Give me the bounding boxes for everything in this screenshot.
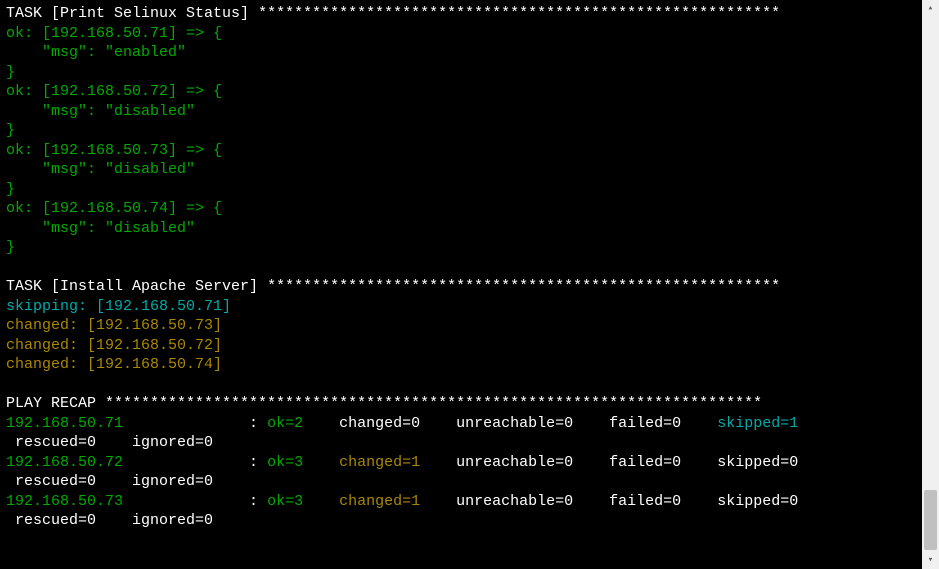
recap-ok: ok=3 [267,454,312,471]
recap-skipped: skipped=1 [717,415,798,432]
recap-ok: ok=3 [267,493,312,510]
recap-unreachable: unreachable=0 [456,493,582,510]
recap-changed: changed=0 [339,415,429,432]
task-msg-line: "msg": "enabled" [6,43,914,63]
task-close-brace: } [6,180,914,200]
task-result-line: changed: [192.168.50.74] [6,355,914,375]
scrollbar-track[interactable] [922,17,939,552]
task-result-line: ok: [192.168.50.73] => { [6,141,914,161]
task-header-2: TASK [Install Apache Server] ***********… [6,277,914,297]
blank-line [6,375,914,395]
recap-changed: changed=1 [339,493,429,510]
recap-row-2: rescued=0 ignored=0 [6,472,914,492]
recap-failed: failed=0 [609,493,690,510]
recap-unreachable: unreachable=0 [456,415,582,432]
task-close-brace: } [6,238,914,258]
task-msg-line: "msg": "disabled" [6,102,914,122]
recap-row-2: rescued=0 ignored=0 [6,433,914,453]
recap-ok: ok=2 [267,415,312,432]
scrollbar[interactable]: ▴ ▾ [922,0,939,569]
recap-unreachable: unreachable=0 [456,454,582,471]
recap-header: PLAY RECAP *****************************… [6,394,914,414]
terminal-output: TASK [Print Selinux Status] ************… [0,0,920,569]
recap-host: 192.168.50.73 [6,493,249,510]
task-result-line: skipping: [192.168.50.71] [6,297,914,317]
task-result-line: ok: [192.168.50.71] => { [6,24,914,44]
task-result-line: ok: [192.168.50.74] => { [6,199,914,219]
scroll-down-arrow[interactable]: ▾ [922,552,939,569]
scroll-up-arrow[interactable]: ▴ [922,0,939,17]
scrollbar-thumb[interactable] [924,490,937,550]
recap-row: 192.168.50.73 : ok=3 changed=1 unreachab… [6,492,914,512]
recap-changed: changed=1 [339,454,429,471]
task-result-line: changed: [192.168.50.72] [6,336,914,356]
task-msg-line: "msg": "disabled" [6,219,914,239]
recap-host: 192.168.50.71 [6,415,249,432]
recap-row: 192.168.50.71 : ok=2 changed=0 unreachab… [6,414,914,434]
blank-line [6,258,914,278]
task-result-line: changed: [192.168.50.73] [6,316,914,336]
task-result-line: ok: [192.168.50.72] => { [6,82,914,102]
recap-row-2: rescued=0 ignored=0 [6,511,914,531]
recap-failed: failed=0 [609,454,690,471]
recap-skipped: skipped=0 [717,454,798,471]
recap-failed: failed=0 [609,415,690,432]
recap-row: 192.168.50.72 : ok=3 changed=1 unreachab… [6,453,914,473]
recap-host: 192.168.50.72 [6,454,249,471]
task-header-1: TASK [Print Selinux Status] ************… [6,4,914,24]
recap-skipped: skipped=0 [717,493,798,510]
task-close-brace: } [6,121,914,141]
task-close-brace: } [6,63,914,83]
task-msg-line: "msg": "disabled" [6,160,914,180]
